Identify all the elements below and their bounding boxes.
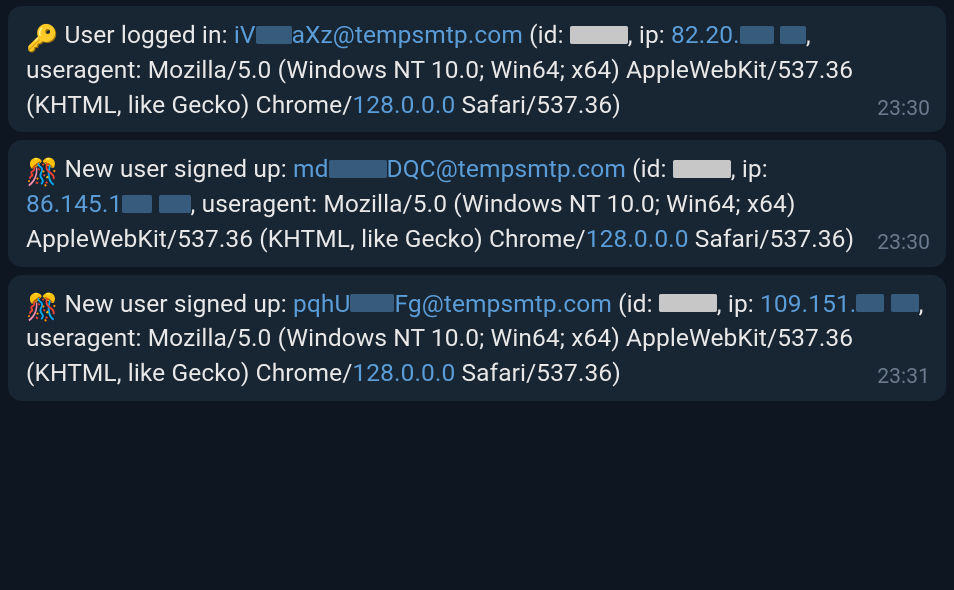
confetti-icon: 🎊: [26, 160, 58, 186]
ua-tail: Safari/537.36): [455, 90, 621, 119]
redacted-segment: [329, 160, 387, 178]
redacted-segment: [740, 26, 774, 44]
email-link[interactable]: pqhU Fg@tempsmtp.com: [293, 289, 612, 318]
email-part: md: [293, 154, 329, 183]
ip-part: 82.20.: [671, 20, 740, 49]
ip-label: , ip:: [717, 289, 760, 318]
email-link[interactable]: iV aXz@tempsmtp.com: [234, 20, 523, 49]
log-message-text: 🎊New user signed up: mdDQC@tempsmtp.com …: [26, 152, 928, 256]
message-timestamp: 23:30: [877, 95, 930, 125]
redacted-segment: [256, 26, 292, 44]
email-part: DQC@tempsmtp.com: [387, 154, 626, 183]
message-timestamp: 23:31: [877, 363, 930, 393]
email-part: pqhU: [293, 289, 350, 318]
log-message-text: 🎊New user signed up: pqhU Fg@tempsmtp.com…: [26, 287, 928, 391]
ip-part: 109.151.: [760, 289, 856, 318]
chrome-version-link[interactable]: 128.0.0.0: [352, 90, 455, 119]
key-icon: 🔑: [26, 26, 58, 52]
email-link[interactable]: md DQC@tempsmtp.com: [293, 154, 626, 183]
redacted-segment: [159, 195, 191, 213]
redacted-segment: [673, 160, 731, 178]
log-message[interactable]: 🔑User logged in: iV aXz@tempsmtp.com (id:…: [8, 6, 946, 132]
id-label: (id:: [626, 154, 673, 183]
redacted-segment: [659, 294, 717, 312]
redacted-segment: [856, 294, 884, 312]
confetti-icon: 🎊: [26, 295, 58, 321]
ip-label: , ip:: [731, 154, 768, 183]
chrome-version-link[interactable]: 128.0.0.0: [586, 224, 689, 253]
chrome-version-link[interactable]: 128.0.0.0: [352, 358, 455, 387]
email-part: aXz@tempsmtp.com: [292, 20, 523, 49]
ip-link[interactable]: 82.20.: [671, 20, 806, 49]
redacted-segment: [570, 26, 628, 44]
message-timestamp: 23:30: [877, 229, 930, 259]
id-label: (id:: [523, 20, 570, 49]
log-message[interactable]: 🎊New user signed up: mdDQC@tempsmtp.com …: [8, 140, 946, 266]
id-label: (id:: [612, 289, 659, 318]
redacted-segment: [891, 294, 919, 312]
log-prefix: New user signed up:: [64, 289, 293, 318]
ip-label: , ip:: [628, 20, 671, 49]
redacted-segment: [780, 26, 806, 44]
log-message[interactable]: 🎊New user signed up: pqhU Fg@tempsmtp.com…: [8, 275, 946, 401]
ip-part: 86.145.1: [26, 189, 122, 218]
ip-link[interactable]: 86.145.1: [26, 189, 191, 218]
log-prefix: New user signed up:: [64, 154, 293, 183]
email-part: iV: [234, 20, 256, 49]
ip-link[interactable]: 109.151.: [760, 289, 919, 318]
log-message-text: 🔑User logged in: iV aXz@tempsmtp.com (id:…: [26, 18, 928, 122]
ua-tail: Safari/537.36): [689, 224, 855, 253]
log-prefix: User logged in:: [64, 20, 233, 49]
ua-tail: Safari/537.36): [455, 358, 621, 387]
redacted-segment: [122, 195, 152, 213]
redacted-segment: [350, 294, 394, 312]
email-part: Fg@tempsmtp.com: [394, 289, 611, 318]
